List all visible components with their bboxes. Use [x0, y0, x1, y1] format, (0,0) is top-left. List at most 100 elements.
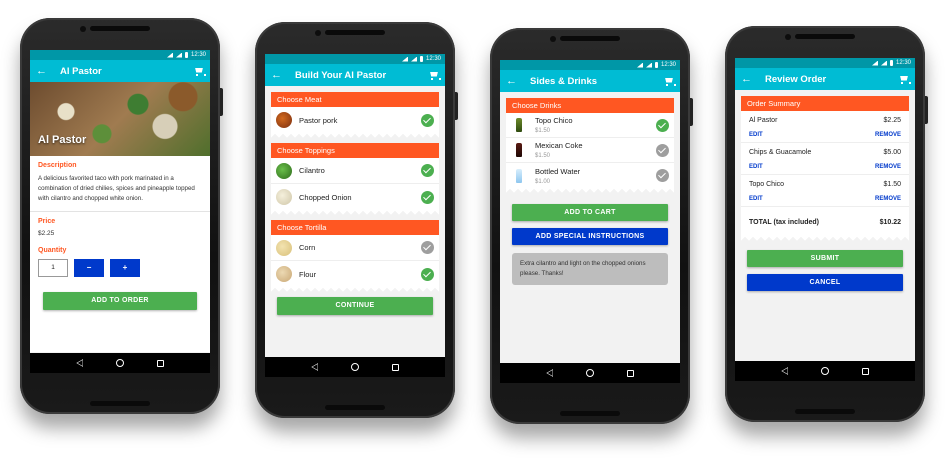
check-icon-unselected[interactable] [421, 241, 434, 254]
check-icon[interactable] [421, 164, 434, 177]
add-to-order-button[interactable]: ADD TO ORDER [43, 291, 197, 310]
option-label: Cilantro [299, 166, 325, 175]
quantity-input[interactable]: 1 [38, 258, 68, 277]
submit-button[interactable]: SUBMIT [747, 250, 903, 267]
screen-sides-drinks: 12:30 ← Sides & Drinks Choose Drinks Top… [500, 60, 680, 383]
description-label: Description [38, 162, 77, 169]
edit-link[interactable]: EDIT [749, 132, 763, 138]
camera [315, 30, 321, 36]
decrement-button[interactable]: − [74, 258, 104, 277]
cilantro-thumbnail-icon [276, 162, 292, 179]
app-bar: ← Sides & Drinks [500, 70, 680, 92]
app-bar: ← Build Your Al Pastor [265, 64, 445, 86]
option-row-onion[interactable]: Chopped Onion [271, 184, 439, 210]
check-icon[interactable] [421, 113, 434, 127]
line-item-actions: EDIT REMOVE [749, 196, 901, 202]
line-item-price: $1.50 [883, 181, 901, 188]
increment-button[interactable]: + [110, 258, 140, 277]
check-icon-unselected[interactable] [656, 143, 669, 157]
section-header-summary: Order Summary [741, 96, 909, 111]
quantity-label: Quantity [38, 246, 67, 254]
speaker [795, 34, 855, 39]
section-header-drinks: Choose Drinks [506, 98, 674, 113]
zigzag-edge [741, 236, 909, 242]
showcase-stage: 12:30 ← Al Pastor Al Pastor Description … [0, 0, 949, 461]
signal-icon [645, 62, 652, 68]
cart-icon[interactable] [194, 67, 206, 76]
phone-frame-1: 12:30 ← Al Pastor Al Pastor Description … [20, 18, 223, 414]
order-line-item: Al Pastor $2.25 EDIT REMOVE [741, 111, 909, 143]
pork-thumbnail-icon [276, 112, 292, 128]
app-bar: ← Review Order [735, 68, 915, 90]
home-circle-icon[interactable] [115, 359, 124, 367]
back-triangle-icon[interactable] [781, 367, 789, 375]
remove-link[interactable]: REMOVE [875, 196, 901, 202]
recents-square-icon[interactable] [391, 363, 399, 371]
check-icon-unselected[interactable] [656, 169, 669, 182]
price-value: $2.25 [38, 229, 55, 237]
back-triangle-icon[interactable] [76, 359, 84, 367]
recents-square-icon[interactable] [861, 367, 869, 375]
item-details: Description A delicious favorited taco w… [30, 156, 210, 352]
edit-link[interactable]: EDIT [749, 164, 763, 170]
line-item-name: Chips & Guacamole [749, 149, 812, 156]
back-triangle-icon[interactable] [546, 369, 554, 377]
back-arrow-icon[interactable]: ← [271, 69, 287, 81]
quantity-stepper: 1 − + [38, 258, 202, 277]
battery-icon [654, 62, 658, 68]
option-row-corn[interactable]: Corn [271, 235, 439, 261]
back-arrow-icon[interactable]: ← [36, 65, 52, 77]
section-header-meat: Choose Meat [271, 92, 439, 107]
add-special-instructions-button[interactable]: ADD SPECIAL INSTRUCTIONS [512, 228, 668, 245]
drink-name: Mexican Coke [535, 141, 583, 150]
remove-link[interactable]: REMOVE [875, 164, 901, 170]
drink-row-topo-chico[interactable]: Topo Chico $1.50 [506, 113, 674, 138]
continue-button[interactable]: CONTINUE [277, 297, 433, 315]
check-icon[interactable] [421, 267, 434, 281]
line-item-name: Al Pastor [749, 117, 778, 124]
order-line-item: Chips & Guacamole $5.00 EDIT REMOVE [741, 143, 909, 175]
phone-frame-3: 12:30 ← Sides & Drinks Choose Drinks Top… [490, 28, 693, 424]
onion-thumbnail-icon [276, 189, 292, 205]
recents-square-icon[interactable] [626, 369, 634, 377]
option-label: Pastor pork [299, 115, 338, 125]
remove-link[interactable]: REMOVE [875, 132, 901, 138]
drink-row-mexican-coke[interactable]: Mexican Coke $1.50 [506, 138, 674, 163]
status-bar: 12:30 [30, 50, 210, 60]
page-title: Sides & Drinks [530, 75, 598, 87]
add-to-cart-button[interactable]: ADD TO CART [512, 204, 668, 221]
speaker-bottom [795, 409, 855, 414]
option-row-pork[interactable]: Pastor pork [271, 107, 439, 133]
home-circle-icon[interactable] [350, 363, 359, 371]
price-label: Price [38, 217, 56, 225]
line-item-top: Topo Chico $1.50 [749, 181, 901, 188]
option-row-cilantro[interactable]: Cilantro [271, 158, 439, 184]
check-icon[interactable] [656, 118, 669, 132]
option-row-flour[interactable]: Flour [271, 261, 439, 287]
water-bottle-icon [516, 168, 522, 183]
option-label: Chopped Onion [299, 192, 352, 202]
cart-icon[interactable] [664, 77, 676, 86]
back-arrow-icon[interactable]: ← [741, 73, 757, 85]
special-instructions-field[interactable]: Extra cilantro and light on the chopped … [512, 253, 668, 285]
cart-icon[interactable] [899, 75, 911, 84]
topo-chico-bottle-icon [516, 118, 522, 132]
status-bar: 12:30 [500, 60, 680, 70]
back-arrow-icon[interactable]: ← [506, 75, 522, 87]
screen-build-item: 12:30 ← Build Your Al Pastor Choose Meat… [265, 54, 445, 377]
nav-bar [265, 357, 445, 377]
home-circle-icon[interactable] [820, 367, 829, 375]
home-circle-icon[interactable] [585, 369, 594, 377]
recents-square-icon[interactable] [156, 359, 164, 367]
cart-icon[interactable] [429, 71, 441, 80]
edit-link[interactable]: EDIT [749, 196, 763, 202]
drink-name: Bottled Water [535, 166, 581, 176]
screen-review-order: 12:30 ← Review Order Order Summary Al Pa… [735, 58, 915, 381]
cancel-button[interactable]: CANCEL [747, 274, 903, 291]
wifi-icon [871, 60, 878, 66]
battery-icon [419, 56, 423, 62]
side-button [220, 88, 223, 116]
check-icon[interactable] [421, 190, 434, 204]
drink-row-bottled-water[interactable]: Bottled Water $1.00 [506, 163, 674, 188]
back-triangle-icon[interactable] [311, 363, 319, 371]
